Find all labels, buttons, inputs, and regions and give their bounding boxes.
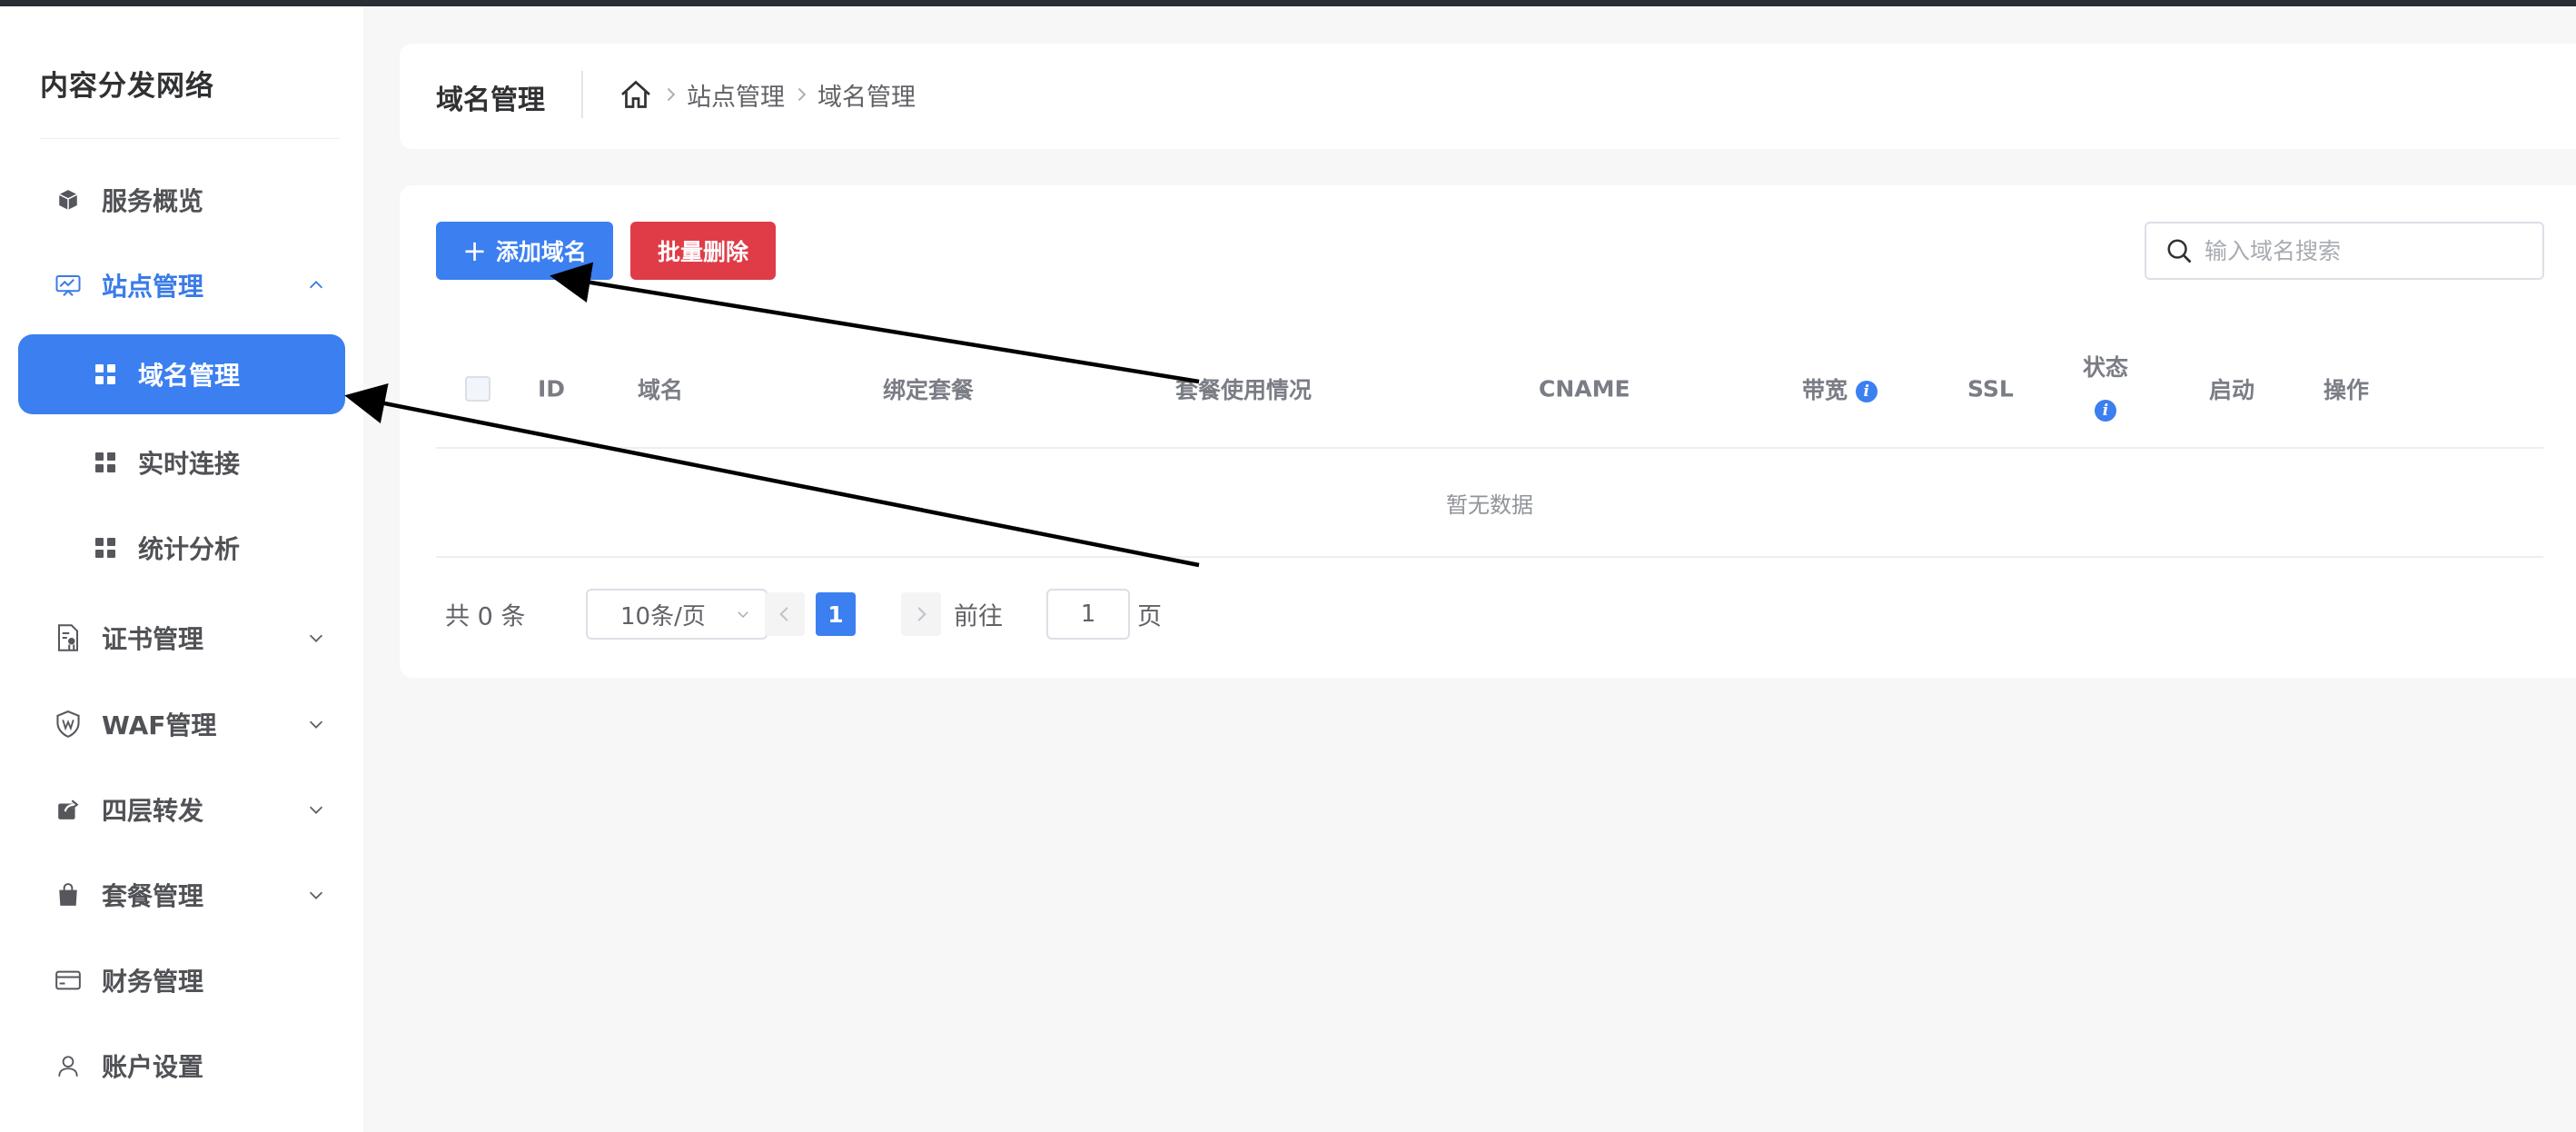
certificate-icon [54,624,82,651]
grid-icon [94,452,116,473]
page-size-select[interactable]: 10条/页 [586,589,768,640]
column-header-label: 带宽 [1802,377,1848,403]
search-icon [2163,234,2195,267]
chevron-down-icon [303,711,329,737]
chevron-down-icon [303,797,329,822]
page-title: 域名管理 [436,84,545,116]
add-domain-button[interactable]: + 添加域名 [436,222,613,280]
sidebar-item-waf[interactable]: WAF管理 [0,692,363,756]
sidebar-item-certificates[interactable]: 证书管理 [0,606,363,670]
sidebar-item-label: 账户设置 [102,1052,204,1082]
column-header-enabled: 启动 [2209,377,2255,403]
page-size-value: 10条/页 [620,602,706,631]
sidebar-item-layer4-forwarding[interactable]: 四层转发 [0,778,363,841]
plus-icon: + [462,233,487,268]
add-domain-label: 添加域名 [495,239,587,265]
chevron-down-icon [733,604,753,624]
breadcrumb-item[interactable]: 站点管理 [687,77,785,113]
cube-icon [54,186,82,213]
sidebar-subitem-domain-management[interactable]: 域名管理 [18,334,345,414]
grid-icon [94,363,116,385]
sidebar-item-finance[interactable]: 财务管理 [0,948,363,1012]
sidebar-item-label: 四层转发 [102,796,204,826]
goto-page-input[interactable] [1046,589,1130,640]
column-header-domain: 域名 [638,377,684,403]
monitor-chart-icon [54,272,82,299]
column-header-cname: CNAME [1539,375,1630,402]
info-icon[interactable]: i [2095,400,2116,422]
column-header-plan-usage: 套餐使用情况 [1175,377,1313,403]
sidebar-item-account[interactable]: 账户设置 [0,1034,363,1097]
header-card: 域名管理 站点管理 域名管理 [400,44,2576,149]
column-header-ssl: SSL [1967,375,2014,402]
goto-suffix: 页 [1137,602,1162,631]
sidebar: 内容分发网络 服务概览 站点管理 域名管理 实时连接 统计分析 证书管理 WAF… [0,6,363,1132]
divider [581,71,583,118]
grid-icon [94,537,116,559]
sidebar-subitem-statistics[interactable]: 统计分析 [18,508,345,588]
sidebar-item-label: 套餐管理 [102,881,204,911]
sidebar-subitem-label: 实时连接 [138,449,241,479]
table-header: ID 域名 绑定套餐 套餐使用情况 CNAME 带宽 i SSL 状态 i 启动… [436,331,2543,449]
page-number-current[interactable]: 1 [816,592,856,636]
sidebar-item-overview[interactable]: 服务概览 [0,168,363,232]
info-icon[interactable]: i [1855,381,1878,402]
home-icon[interactable] [618,76,654,113]
sidebar-subitem-label: 域名管理 [138,361,241,391]
share-icon [54,796,82,823]
prev-page-button[interactable] [765,592,805,636]
chevron-down-icon [303,882,329,908]
sidebar-item-label: 证书管理 [102,624,204,654]
sidebar-item-label: 站点管理 [102,272,204,302]
empty-state: 暂无数据 [436,449,2543,558]
breadcrumb-item: 域名管理 [817,83,916,112]
column-header-label: 状态 [2083,354,2129,381]
divider [40,138,340,139]
sidebar-subitem-realtime-connections[interactable]: 实时连接 [18,422,345,502]
user-icon [54,1052,82,1079]
breadcrumb: 站点管理 域名管理 [618,71,916,118]
select-all-checkbox[interactable] [465,376,490,402]
sidebar-item-site-management[interactable]: 站点管理 [0,253,363,317]
sidebar-item-label: 服务概览 [102,186,204,216]
brand-title: 内容分发网络 [40,70,214,103]
breadcrumb-separator-icon [785,86,817,103]
search-input[interactable] [2204,237,2531,264]
next-page-button[interactable] [901,592,941,636]
sidebar-item-plans[interactable]: 套餐管理 [0,863,363,927]
shopping-bag-icon [54,881,82,909]
total-count: 共 0 条 [445,602,526,631]
chevron-up-icon [303,273,329,298]
column-header-bandwidth: 带宽 i [1802,372,1878,405]
shield-icon [54,710,82,738]
column-header-status: 状态 i [2083,347,2128,431]
sidebar-subitem-label: 统计分析 [138,534,241,564]
pagination: 共 0 条 10条/页 1 前往 页 [436,589,2253,640]
column-header-actions: 操作 [2323,377,2370,403]
breadcrumb-separator-icon [654,86,687,103]
search-box [2145,222,2544,280]
sidebar-item-label: 财务管理 [102,967,204,997]
column-header-id: ID [538,375,566,402]
batch-delete-button[interactable]: 批量删除 [630,222,776,280]
column-header-bound-plan: 绑定套餐 [883,377,975,403]
goto-label: 前往 [954,602,1003,631]
sidebar-item-label: WAF管理 [102,710,217,740]
chevron-down-icon [303,625,329,650]
credit-card-icon [54,967,82,994]
top-bar [0,0,2576,6]
content-card: + 添加域名 批量删除 ID 域名 绑定套餐 套餐使用情况 CNAME 带宽 i… [400,185,2576,678]
